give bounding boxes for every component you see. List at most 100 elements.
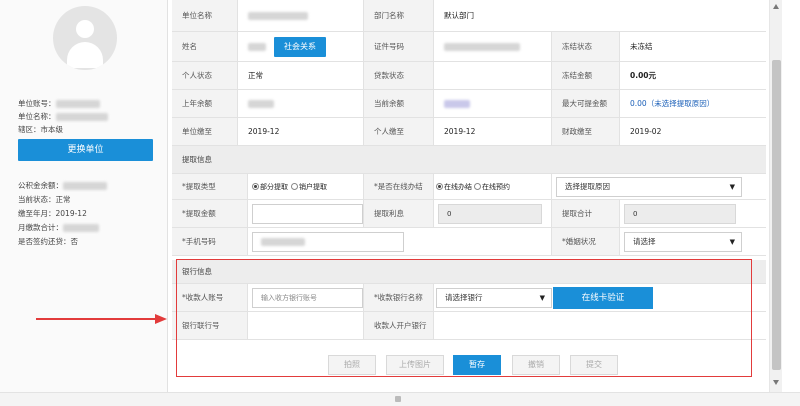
withdraw-row-1: *提取类型 部分提取 销户提取 *是否在线办结 在线办结 在线预约 选择提取原因… xyxy=(172,174,766,200)
phone-input[interactable] xyxy=(252,231,404,252)
partial-withdraw-label: 部分提取 xyxy=(260,182,288,191)
redacted-value xyxy=(55,113,108,121)
dept-name-value: 默认部门 xyxy=(434,0,766,31)
loan-status-label: 贷款状态 xyxy=(364,62,434,89)
withdraw-reason-cell: 选择提取原因 ▼ xyxy=(552,174,766,199)
max-withdraw-label: 最大可提金额 xyxy=(552,90,620,117)
fund-balance-line: 公积金余额： xyxy=(18,180,107,191)
annotation-arrow-line xyxy=(36,318,156,320)
arrow-right-icon xyxy=(155,314,167,324)
dept-name-label: 部门名称 xyxy=(364,0,434,31)
max-withdraw-value: 0.00（未选择提取原因） xyxy=(620,90,766,117)
redacted-value xyxy=(55,100,100,108)
withdraw-row-2: *提取金额 提取利息 0 提取合计 0 xyxy=(172,200,766,228)
freeze-status-label: 冻结状态 xyxy=(552,32,620,61)
redacted-value xyxy=(248,99,274,108)
unit-name-value xyxy=(238,0,364,31)
withdraw-amount-label: *提取金额 xyxy=(172,200,248,227)
personal-status-label: 个人状态 xyxy=(172,62,238,89)
unit-name-label: 单位名称： xyxy=(18,112,56,121)
highlight-box xyxy=(176,259,752,377)
closing-withdraw-label: 销户提取 xyxy=(299,182,327,191)
freeze-amount-value: 0.00元 xyxy=(620,62,766,89)
chevron-down-icon: ▼ xyxy=(729,182,735,191)
monthly-total-line: 月缴款合计： xyxy=(18,222,99,233)
info-row-5: 单位缴至 2019-12 个人缴至 2019-12 财政缴至 2019-02 xyxy=(172,118,766,146)
current-status-line: 当前状态：正常 xyxy=(18,195,71,204)
withdraw-reason-select[interactable]: 选择提取原因 ▼ xyxy=(556,176,742,197)
sidebar: 单位账号： 单位名称： 辖区：市本级 更换单位 公积金余额： 当前状态：正常 缴… xyxy=(0,0,168,392)
scroll-up-icon[interactable] xyxy=(773,4,779,9)
current-balance-value xyxy=(434,90,552,117)
redacted-value xyxy=(248,11,308,20)
unit-paid-value: 2019-12 xyxy=(238,118,364,145)
marital-status-text: 请选择 xyxy=(633,237,656,246)
withdraw-row-3: *手机号码 *婚姻状况 请选择 ▼ xyxy=(172,228,766,256)
freeze-status-value: 未冻结 xyxy=(620,32,766,61)
online-booking-radio[interactable] xyxy=(474,183,481,190)
info-row-2: 姓名 社会关系 证件号码 冻结状态 未冻结 xyxy=(172,32,766,62)
repay-signed-line: 是否签约还贷：否 xyxy=(18,237,78,246)
scrollbar-thumb[interactable] xyxy=(772,60,781,370)
withdraw-interest-cell: 0 xyxy=(434,200,552,227)
online-booking-text: 在线预约 xyxy=(482,182,510,191)
online-complete-label: *是否在线办结 xyxy=(364,174,434,199)
personal-paid-label: 个人缴至 xyxy=(364,118,434,145)
withdraw-amount-cell xyxy=(248,200,364,227)
avatar-body xyxy=(67,42,103,68)
avatar-head xyxy=(76,20,94,38)
redacted-value xyxy=(444,99,470,108)
social-relation-button[interactable]: 社会关系 xyxy=(274,36,326,57)
phone-cell xyxy=(248,228,552,255)
freeze-amount-label: 冻结金额 xyxy=(552,62,620,89)
personal-status-value: 正常 xyxy=(238,62,364,89)
marital-status-label: *婚姻状况 xyxy=(552,228,620,255)
finance-paid-value: 2019-02 xyxy=(620,118,766,145)
switch-unit-button[interactable]: 更换单位 xyxy=(18,139,153,161)
withdraw-section-header: 提取信息 xyxy=(172,146,766,174)
scroll-down-icon[interactable] xyxy=(773,380,779,385)
redacted-value xyxy=(63,182,107,190)
finance-paid-label: 财政缴至 xyxy=(552,118,620,145)
withdraw-amount-input[interactable] xyxy=(252,203,363,224)
id-no-label: 证件号码 xyxy=(364,32,434,61)
loan-status-value xyxy=(434,62,552,89)
marital-status-select[interactable]: 请选择 ▼ xyxy=(624,231,742,252)
marital-status-cell: 请选择 ▼ xyxy=(620,228,766,255)
withdraw-total-cell: 0 xyxy=(620,200,766,227)
withdraw-total-field: 0 xyxy=(624,203,736,224)
chevron-down-icon: ▼ xyxy=(729,237,735,246)
scrollbar-grip-icon[interactable] xyxy=(395,396,401,402)
info-row-1: 单位名称 部门名称 默认部门 xyxy=(172,0,766,32)
current-balance-label: 当前余额 xyxy=(364,90,434,117)
name-label: 姓名 xyxy=(172,32,238,61)
district-line: 辖区：市本级 xyxy=(18,125,63,134)
withdraw-reason-text: 选择提取原因 xyxy=(565,182,610,191)
online-complete-radio[interactable] xyxy=(436,183,443,190)
phone-label: *手机号码 xyxy=(172,228,248,255)
unit-name-line: 单位名称： xyxy=(18,111,108,122)
id-no-value xyxy=(434,32,552,61)
redacted-value xyxy=(261,237,305,246)
horizontal-scrollbar[interactable] xyxy=(0,392,800,406)
online-complete-options: 在线办结 在线预约 xyxy=(434,174,552,199)
monthly-total-label: 月缴款合计： xyxy=(18,223,63,232)
withdraw-interest-label: 提取利息 xyxy=(364,200,434,227)
last-balance-label: 上年余额 xyxy=(172,90,238,117)
withdraw-interest-field: 0 xyxy=(438,203,542,224)
withdraw-type-options: 部分提取 销户提取 xyxy=(248,174,364,199)
withdraw-type-label: *提取类型 xyxy=(172,174,248,199)
fund-balance-label: 公积金余额： xyxy=(18,181,63,190)
unit-name-label: 单位名称 xyxy=(172,0,238,31)
unit-paid-label: 单位缴至 xyxy=(172,118,238,145)
vertical-scrollbar[interactable] xyxy=(769,0,782,392)
redacted-value xyxy=(248,42,266,51)
redacted-value xyxy=(63,224,99,232)
avatar xyxy=(53,6,117,70)
partial-withdraw-radio[interactable] xyxy=(252,183,259,190)
online-complete-text: 在线办结 xyxy=(444,182,472,191)
redacted-value xyxy=(444,42,520,51)
last-balance-value xyxy=(238,90,364,117)
info-row-3: 个人状态 正常 贷款状态 冻结金额 0.00元 xyxy=(172,62,766,90)
closing-withdraw-radio[interactable] xyxy=(291,183,298,190)
